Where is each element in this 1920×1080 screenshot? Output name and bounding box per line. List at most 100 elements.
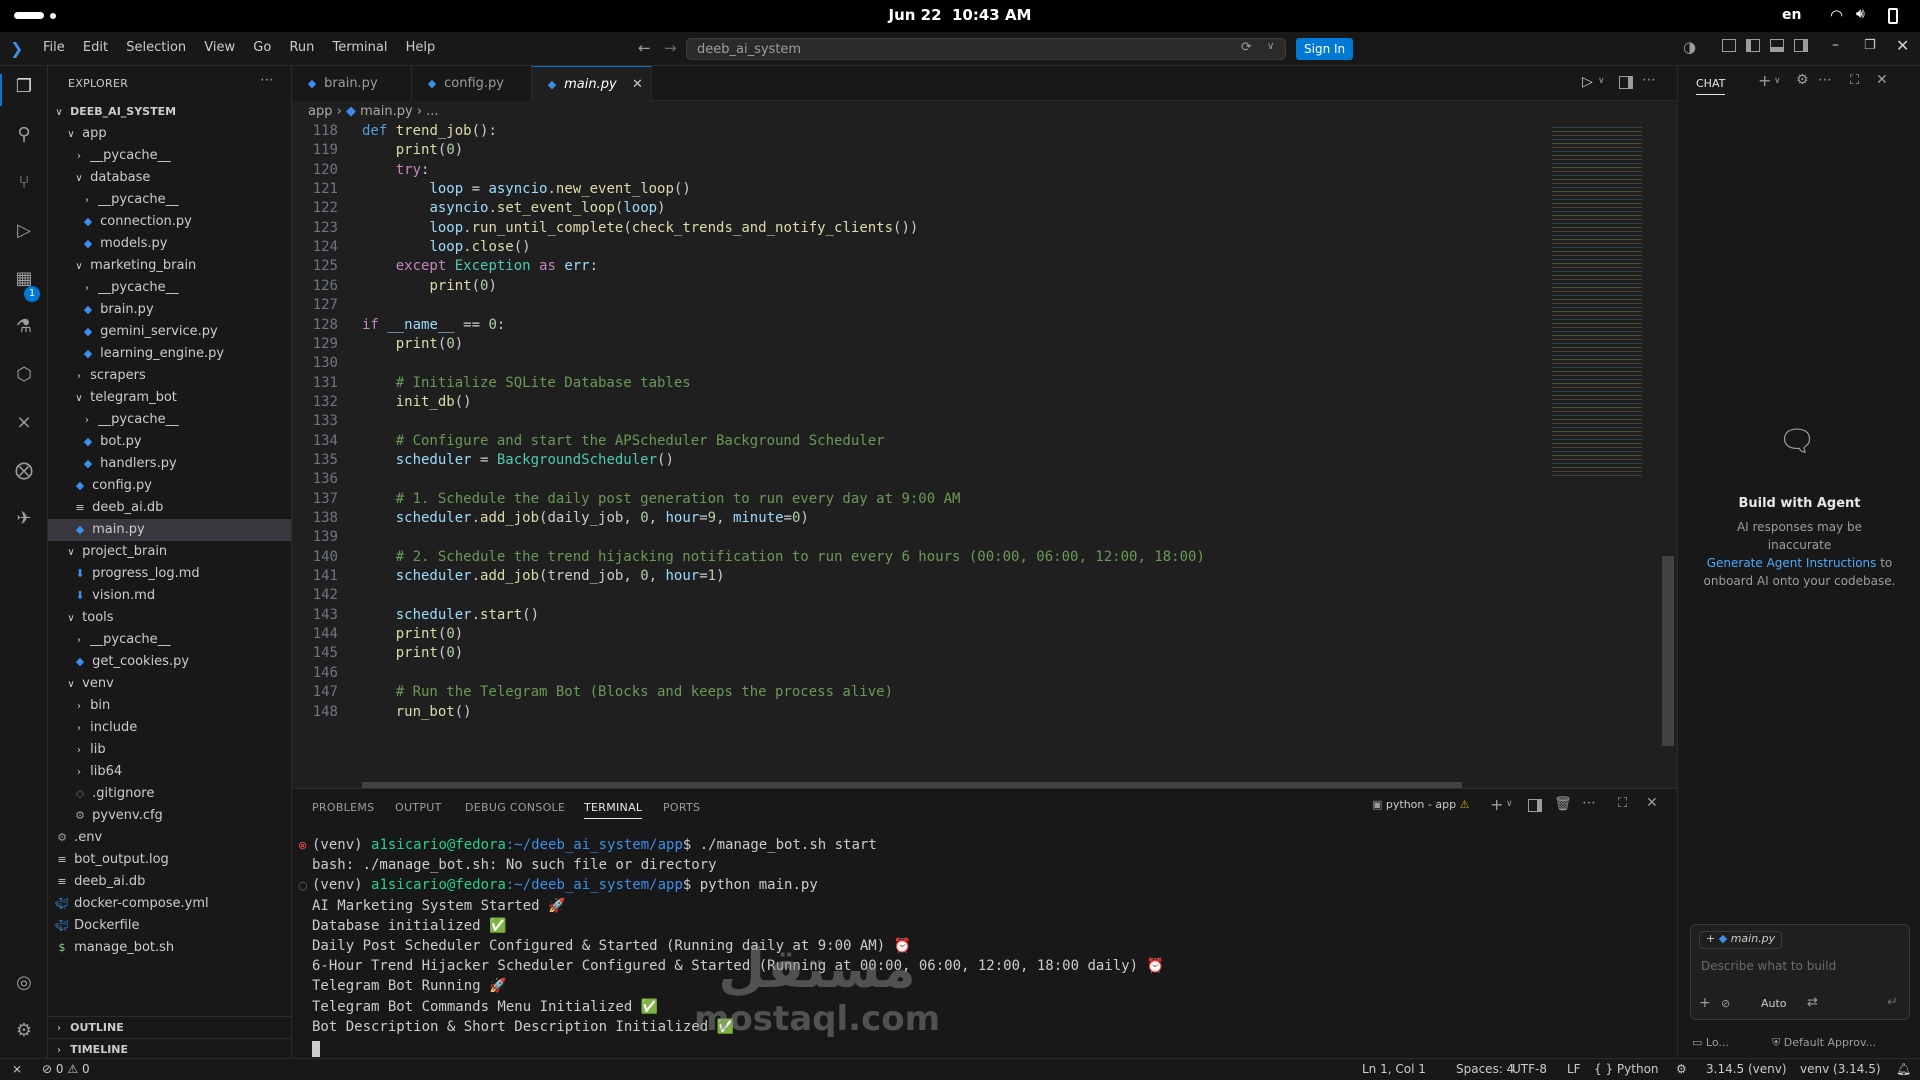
file-tree-item[interactable]: ◆ main.py <box>48 519 291 541</box>
split-terminal-icon[interactable] <box>1528 799 1542 812</box>
code-line[interactable]: print(0) <box>362 142 463 158</box>
panel-tab-debug-console[interactable]: DEBUG CONSOLE <box>465 801 565 814</box>
file-tree-item[interactable]: ∨ venv <box>48 673 291 695</box>
chat-close-icon[interactable]: ✕ <box>1876 72 1888 88</box>
file-tree-item[interactable]: 🐳︎ Dockerfile <box>48 915 291 937</box>
trash-icon[interactable]: 🗑︎ <box>1554 796 1572 812</box>
chat-input-placeholder[interactable]: Describe what to build <box>1701 959 1836 973</box>
code-view[interactable]: 118 def trend_job(): 119 print(0) 120 try: 1… <box>292 123 1542 773</box>
command-error-icon[interactable]: ⊗ <box>298 839 307 852</box>
menu-file[interactable]: File <box>43 40 65 55</box>
menu-edit[interactable]: Edit <box>83 40 108 55</box>
code-line[interactable]: if __name__ == 0: <box>362 317 505 333</box>
context-chip[interactable]: + ◆ main.py <box>1699 931 1783 949</box>
account-icon[interactable]: ◎ <box>10 972 38 993</box>
generate-instructions-link[interactable]: Generate Agent Instructions <box>1707 556 1877 570</box>
file-tree-item[interactable]: ∨ database <box>48 167 291 189</box>
indentation[interactable]: Spaces: 4 <box>1456 1062 1514 1076</box>
notifications-bell-icon[interactable]: 🔔︎ <box>1896 1062 1911 1076</box>
close-panel-icon[interactable]: ✕ <box>1646 795 1658 811</box>
volume-icon[interactable]: 🔊︎ <box>1856 6 1865 22</box>
file-tree-item[interactable]: ≡ deeb_ai.db <box>48 497 291 519</box>
code-line[interactable]: loop = asyncio.new_event_loop() <box>362 181 690 197</box>
file-tree-item[interactable]: ◆ get_cookies.py <box>48 651 291 673</box>
keyboard-language[interactable]: en <box>1782 7 1801 23</box>
toggle-primary-sidebar-icon[interactable] <box>1746 39 1760 52</box>
battery-icon[interactable] <box>1888 8 1898 24</box>
chevron-down-icon[interactable]: ∨ <box>1267 41 1274 52</box>
menu-terminal[interactable]: Terminal <box>333 40 388 55</box>
file-tree-item[interactable]: ⚙ .env <box>48 827 291 849</box>
configure-icon[interactable]: ⇄ <box>1807 995 1818 1010</box>
file-tree-item[interactable]: › lib <box>48 739 291 761</box>
tab-config-py[interactable]: ◆ config.py <box>412 66 532 101</box>
menu-run[interactable]: Run <box>289 40 314 55</box>
minimap[interactable] <box>1548 123 1648 483</box>
tab-brain-py[interactable]: ◆ brain.py <box>292 66 412 101</box>
toggle-panel-icon[interactable] <box>1770 39 1784 52</box>
code-line[interactable]: # 1. Schedule the daily post generation … <box>362 491 961 507</box>
code-line[interactable]: init_db() <box>362 394 472 410</box>
file-tree-item[interactable]: ◇ .gitignore <box>48 783 291 805</box>
code-line[interactable]: asyncio.set_event_loop(loop) <box>362 200 665 216</box>
outline-section[interactable]: › OUTLINE <box>48 1016 291 1038</box>
tab-main-py[interactable]: ◆ main.py ✕ <box>532 66 652 101</box>
mode-selector[interactable]: Auto <box>1761 997 1787 1010</box>
panel-tab-ports[interactable]: PORTS <box>663 801 700 814</box>
code-line[interactable]: def trend_job(): <box>362 123 497 139</box>
code-line[interactable]: # 2. Schedule the trend hijacking notifi… <box>362 549 1205 565</box>
send-icon[interactable]: ↵ <box>1887 995 1898 1010</box>
file-tree-item[interactable]: ∨ app <box>48 123 291 145</box>
terminal-selector[interactable]: ▣ python - app ⚠ <box>1372 798 1469 811</box>
timeline-section[interactable]: › TIMELINE <box>48 1038 291 1058</box>
file-tree-item[interactable]: › __pycache__ <box>48 629 291 651</box>
explorer-icon[interactable]: ❐ <box>10 76 38 97</box>
code-line[interactable]: loop.close() <box>362 239 530 255</box>
clock[interactable]: Jun 22 10:43 AM <box>860 6 1060 24</box>
panel-more-icon[interactable]: ⋯ <box>1582 795 1596 811</box>
run-dropdown-icon[interactable]: ∨ <box>1598 76 1605 86</box>
cursor-position[interactable]: Ln 1, Col 1 <box>1362 1062 1426 1076</box>
menu-view[interactable]: View <box>204 40 235 55</box>
breadcrumb-rest[interactable]: ... <box>426 104 438 119</box>
file-tree-item[interactable]: › include <box>48 717 291 739</box>
code-line[interactable]: print(0) <box>362 645 463 661</box>
new-terminal-icon[interactable]: + <box>1490 795 1503 814</box>
testing-icon[interactable]: ⚗ <box>10 316 38 337</box>
code-line[interactable]: print(0) <box>362 626 463 642</box>
menu-go[interactable]: Go <box>253 40 271 55</box>
end-of-line[interactable]: LF <box>1567 1062 1581 1076</box>
chat-footer-left[interactable]: ▭ Lo... <box>1692 1036 1729 1049</box>
chat-more-icon[interactable]: ⋯ <box>1818 72 1832 88</box>
maximize-panel-icon[interactable]: ⛶ <box>1618 796 1627 811</box>
command-center-search[interactable]: deeb_ai_system ⟳ ∨ <box>686 38 1286 60</box>
remote-explorer-icon[interactable]: ✈ <box>10 508 38 529</box>
run-python-icon[interactable]: ▷ <box>1582 74 1593 90</box>
file-tree-item[interactable]: 🐳︎ docker-compose.yml <box>48 893 291 915</box>
file-tree-item[interactable]: ∨ marketing_brain <box>48 255 291 277</box>
code-line[interactable]: loop.run_until_complete(check_trends_and… <box>362 220 918 236</box>
code-line[interactable]: print(0) <box>362 336 463 352</box>
file-tree-item[interactable]: ⚙ pyvenv.cfg <box>48 805 291 827</box>
minimize-icon[interactable]: – <box>1832 37 1839 53</box>
code-line[interactable]: scheduler.add_job(trend_job, 0, hour=1) <box>362 568 725 584</box>
terminal-dropdown-icon[interactable]: ∨ <box>1506 799 1513 809</box>
code-line[interactable]: scheduler.add_job(daily_job, 0, hour=9, … <box>362 510 809 526</box>
file-tree-item[interactable]: ◆ bot.py <box>48 431 291 453</box>
code-line[interactable]: run_bot() <box>362 704 472 720</box>
breadcrumb-file[interactable]: main.py <box>360 104 413 119</box>
file-tree-item[interactable]: ∨ project_brain <box>48 541 291 563</box>
file-tree-item[interactable]: ∨ tools <box>48 607 291 629</box>
file-tree-item[interactable]: ◆ config.py <box>48 475 291 497</box>
chat-settings-icon[interactable]: ⚙ <box>1796 72 1809 88</box>
file-tree-item[interactable]: ◆ connection.py <box>48 211 291 233</box>
file-tree-item[interactable]: ⬇ progress_log.md <box>48 563 291 585</box>
file-tree-item[interactable]: › lib64 <box>48 761 291 783</box>
problems-status[interactable]: ⊘ 0 ⚠ 0 <box>42 1062 90 1076</box>
attach-icon[interactable]: + <box>1699 995 1711 1011</box>
encoding[interactable]: UTF-8 <box>1512 1062 1547 1076</box>
split-editor-icon[interactable] <box>1619 76 1633 89</box>
git-graph-icon[interactable]: ⨯ <box>10 412 38 433</box>
maximize-icon[interactable]: ❐ <box>1864 38 1876 53</box>
menu-selection[interactable]: Selection <box>126 40 186 55</box>
